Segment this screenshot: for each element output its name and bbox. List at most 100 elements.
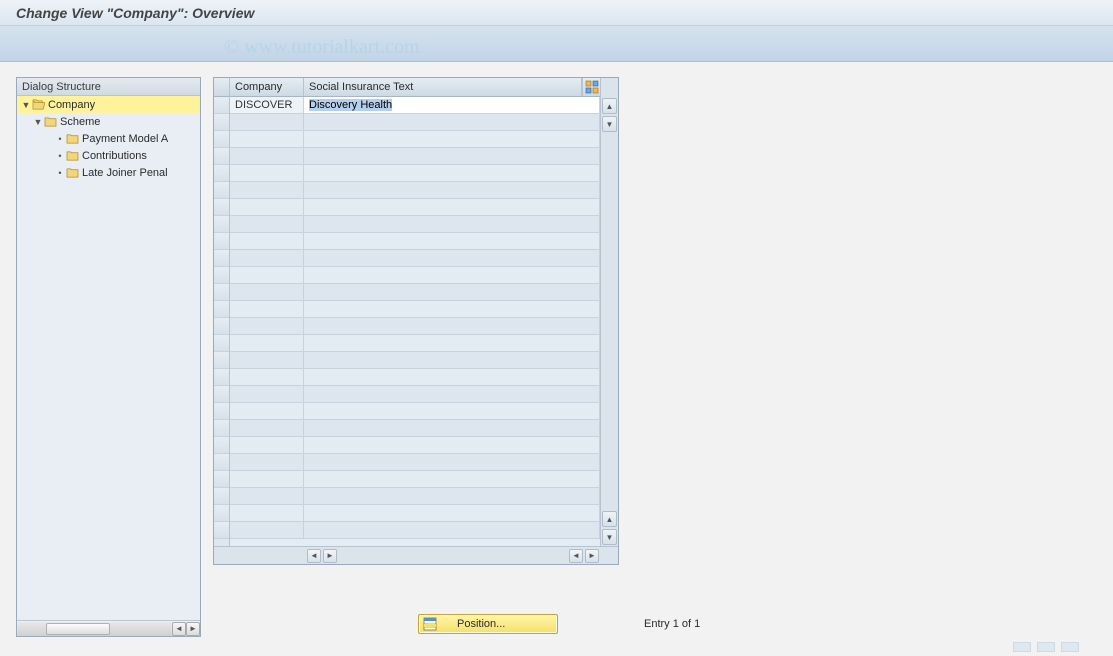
row-selector[interactable] (214, 437, 229, 454)
application-toolbar: © www.tutorialkart.com (0, 26, 1113, 62)
cell-social-insurance-text (304, 165, 600, 181)
scrollbar-track[interactable] (601, 133, 618, 510)
scroll-down-icon[interactable]: ▼ (602, 529, 617, 545)
table-horizontal-scrollbar[interactable]: ◄ ► ◄ ► (214, 546, 618, 564)
row-selector[interactable] (214, 301, 229, 318)
position-button[interactable]: Position... (418, 614, 558, 634)
dialog-structure-tree[interactable]: ▼ Company ▼ Scheme • (17, 96, 200, 620)
table-row-empty (230, 454, 600, 471)
row-selector[interactable] (214, 352, 229, 369)
scrollbar-thumb[interactable] (46, 623, 110, 635)
row-selector[interactable] (214, 131, 229, 148)
row-selector[interactable] (214, 318, 229, 335)
scrollbar-track[interactable] (18, 622, 171, 636)
table-row-empty (230, 114, 600, 131)
column-header-social-insurance-text[interactable]: Social Insurance Text (304, 78, 582, 96)
row-selector[interactable] (214, 182, 229, 199)
chevron-down-icon[interactable]: ▼ (33, 117, 43, 127)
watermark-text: © www.tutorialkart.com (224, 36, 420, 59)
cell-social-insurance-text (304, 352, 600, 368)
folder-icon (44, 116, 57, 127)
entry-count-status: Entry 1 of 1 (644, 618, 700, 630)
folder-icon (66, 150, 79, 161)
table-row[interactable]: DISCOVER Discovery Health (230, 97, 600, 114)
page-title: Change View "Company": Overview (16, 5, 254, 21)
bullet-icon: • (55, 151, 65, 161)
row-selector[interactable] (214, 97, 229, 114)
column-header-company[interactable]: Company (230, 78, 304, 96)
table-row-empty (230, 505, 600, 522)
select-all-rows[interactable] (214, 78, 229, 97)
cell-social-insurance-text (304, 488, 600, 504)
tree-horizontal-scrollbar[interactable]: ◄ ► (17, 620, 200, 636)
tree-node-late-joiner-penal[interactable]: • Late Joiner Penal (17, 164, 200, 181)
cell-company[interactable]: DISCOVER (230, 97, 304, 113)
row-selector[interactable] (214, 148, 229, 165)
tree-node-label: Contributions (82, 150, 147, 162)
cell-social-insurance-text (304, 335, 600, 351)
scroll-left-icon[interactable]: ◄ (307, 549, 321, 563)
table-vertical-scrollbar[interactable]: ▲ ▼ ▲ ▼ (600, 78, 618, 546)
tree-node-contributions[interactable]: • Contributions (17, 147, 200, 164)
row-selector[interactable] (214, 454, 229, 471)
body-area: Dialog Structure ▼ Company ▼ Scheme (0, 62, 1113, 656)
cell-social-insurance-text (304, 267, 600, 283)
row-selector[interactable] (214, 522, 229, 539)
row-selector[interactable] (214, 488, 229, 505)
cell-company (230, 267, 304, 283)
row-selector[interactable] (214, 386, 229, 403)
row-selector[interactable] (214, 403, 229, 420)
tree-node-scheme[interactable]: ▼ Scheme (17, 113, 200, 130)
scroll-right-icon[interactable]: ► (186, 622, 200, 636)
row-selector[interactable] (214, 471, 229, 488)
tree-node-payment-model[interactable]: • Payment Model A (17, 130, 200, 147)
cell-social-insurance-text[interactable]: Discovery Health (304, 97, 600, 113)
tree-node-company[interactable]: ▼ Company (17, 96, 200, 113)
status-indicator-icon (1037, 642, 1055, 652)
row-selector[interactable] (214, 335, 229, 352)
cell-company (230, 369, 304, 385)
folder-icon (66, 133, 79, 144)
editable-text-selection[interactable]: Discovery Health (309, 99, 392, 111)
row-selector[interactable] (214, 216, 229, 233)
row-selector[interactable] (214, 505, 229, 522)
scroll-right-icon[interactable]: ► (585, 549, 599, 563)
table-settings-icon[interactable] (582, 78, 600, 96)
cell-company (230, 505, 304, 521)
title-bar: Change View "Company": Overview (0, 0, 1113, 26)
scroll-left-icon[interactable]: ◄ (172, 622, 186, 636)
row-selector[interactable] (214, 420, 229, 437)
table-row-empty (230, 352, 600, 369)
scroll-down-icon[interactable]: ▼ (602, 116, 617, 132)
cell-company (230, 284, 304, 300)
row-selector[interactable] (214, 114, 229, 131)
cell-social-insurance-text (304, 114, 600, 130)
row-selector[interactable] (214, 165, 229, 182)
row-selector[interactable] (214, 369, 229, 386)
dialog-structure-header: Dialog Structure (17, 78, 200, 96)
row-selector[interactable] (214, 233, 229, 250)
cell-company (230, 165, 304, 181)
cell-company (230, 199, 304, 215)
scroll-left-icon[interactable]: ◄ (569, 549, 583, 563)
dialog-structure-panel: Dialog Structure ▼ Company ▼ Scheme (16, 77, 201, 637)
cell-company (230, 148, 304, 164)
row-selector-column (214, 78, 230, 546)
scroll-up-icon[interactable]: ▲ (602, 98, 617, 114)
status-indicator-icon (1013, 642, 1031, 652)
scroll-right-icon[interactable]: ► (323, 549, 337, 563)
cell-social-insurance-text (304, 301, 600, 317)
row-selector[interactable] (214, 250, 229, 267)
cell-social-insurance-text (304, 199, 600, 215)
scroll-up-icon[interactable]: ▲ (602, 511, 617, 527)
cell-company (230, 318, 304, 334)
row-selector[interactable] (214, 267, 229, 284)
cell-company (230, 131, 304, 147)
bullet-icon: • (55, 134, 65, 144)
status-bar-icons (1013, 642, 1103, 654)
cell-social-insurance-text (304, 386, 600, 402)
cell-social-insurance-text (304, 284, 600, 300)
row-selector[interactable] (214, 199, 229, 216)
chevron-down-icon[interactable]: ▼ (21, 100, 31, 110)
row-selector[interactable] (214, 284, 229, 301)
